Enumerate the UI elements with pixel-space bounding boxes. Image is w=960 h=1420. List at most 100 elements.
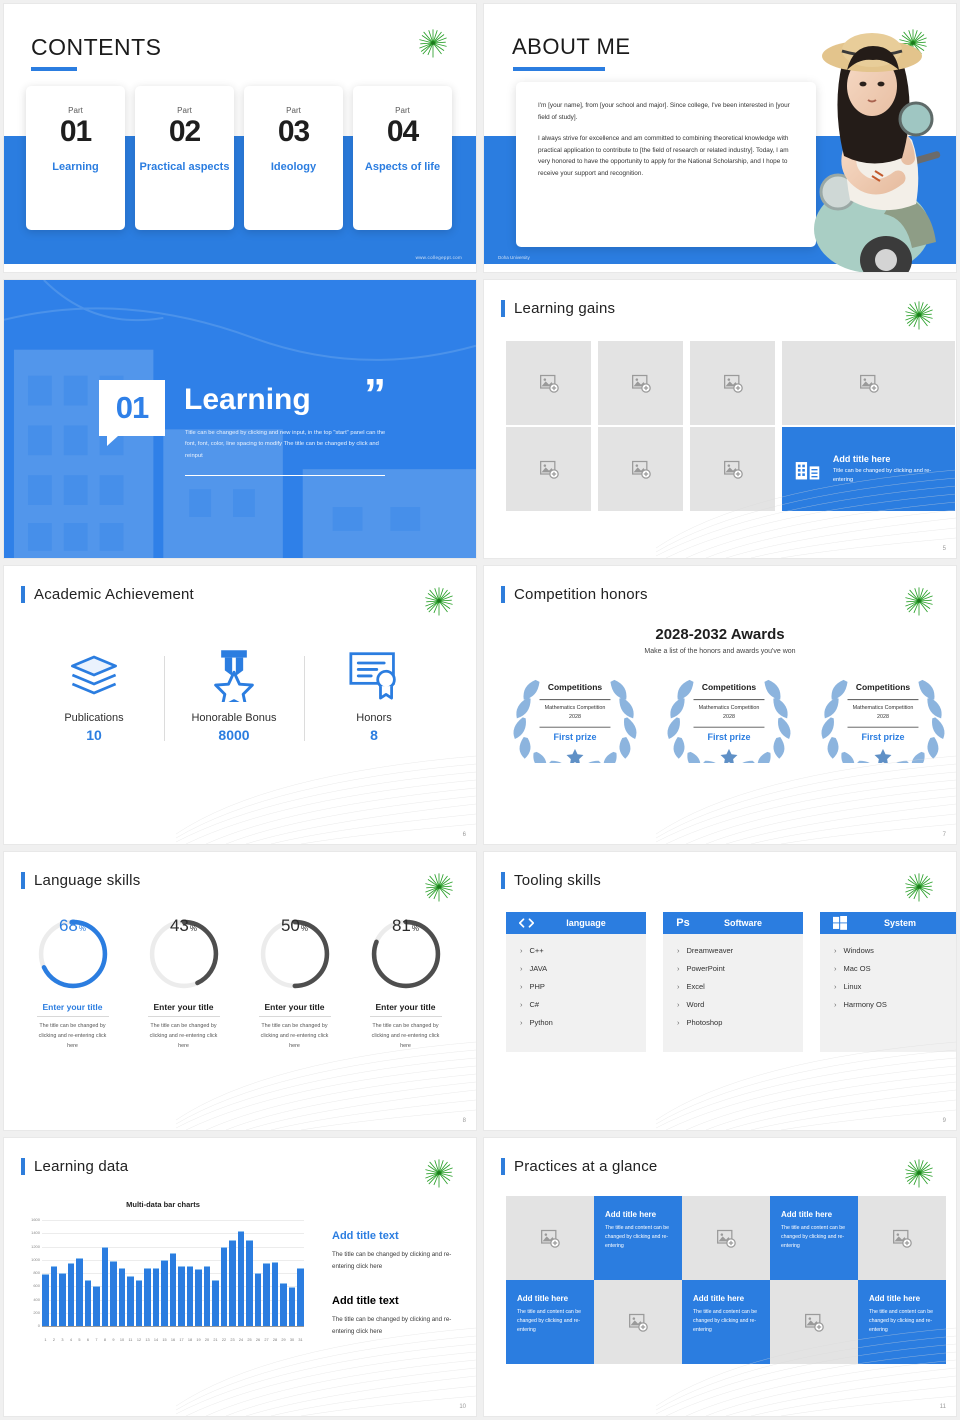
practice-card[interactable]: Add title here The title and content can … — [594, 1196, 682, 1280]
wreath-badge[interactable]: Competitions Mathematics Competition 202… — [660, 672, 798, 763]
image-placeholder[interactable] — [506, 1196, 594, 1280]
practice-card-desc: The title and content can be changed by … — [693, 1309, 758, 1334]
chart-y-label: 1000 — [31, 1256, 40, 1262]
starburst-icon — [425, 873, 453, 902]
image-placeholder[interactable] — [506, 341, 591, 425]
practice-card[interactable]: Add title here The title and content can … — [682, 1280, 770, 1364]
practice-card[interactable]: Add title here The title and content can … — [770, 1196, 858, 1280]
skill-ring-item[interactable]: 81 % Enter your title The title can be c… — [353, 916, 458, 1051]
chart-bar — [237, 1230, 245, 1326]
slide-learning-data[interactable]: Learning data Multi-data bar charts 0 200… — [3, 1137, 477, 1417]
stat-item[interactable]: Honorable Bonus 8000 — [164, 644, 304, 743]
title-bar-accent — [501, 586, 505, 603]
skill-ring-list: 68 % Enter your title The title can be c… — [20, 916, 458, 1051]
block-heading: Add title text — [332, 1295, 399, 1308]
slide-language-skills[interactable]: Language skills 68 % Enter your title Th… — [3, 851, 477, 1131]
image-placeholder[interactable] — [782, 341, 955, 425]
title-bar-accent — [501, 300, 505, 317]
slide-learning-gains[interactable]: Learning gains Add title here Title can … — [483, 279, 957, 559]
practice-card[interactable]: Add title here The title and content can … — [858, 1280, 946, 1364]
stat-item[interactable]: Publications 10 — [24, 644, 164, 743]
chart-x-label: 7 — [95, 1338, 98, 1342]
chart-x-label: 11 — [128, 1338, 133, 1342]
title-underline — [513, 67, 605, 71]
progress-value: 81 % — [368, 916, 444, 992]
slide-contents[interactable]: CONTENTS Part 01 Learning Part 02 Practi… — [3, 3, 477, 273]
tool-item: Word — [677, 1000, 803, 1009]
progress-value: 50 % — [257, 916, 333, 992]
highlight-card[interactable]: Add title here Title can be changed by c… — [782, 427, 955, 511]
chart-x-label: 4 — [69, 1338, 73, 1342]
chart-x-label: 10 — [119, 1338, 125, 1342]
tool-column[interactable]: language C++ JAVA PHP C# Python — [506, 912, 646, 1052]
bar-chart[interactable]: Multi-data bar charts 0 200 400 600 800 1000 1… — [18, 1200, 308, 1350]
wreath-badge[interactable]: Competitions Mathematics Competition 202… — [814, 672, 952, 763]
tool-column-header: language — [506, 912, 646, 934]
chart-bar — [110, 1261, 117, 1326]
about-text-panel: I'm [your name], from [your school and m… — [516, 82, 816, 247]
content-card[interactable]: Part 02 Practical aspects — [135, 86, 234, 230]
chart-x-label: 22 — [221, 1338, 227, 1342]
image-placeholder[interactable] — [858, 1196, 946, 1280]
percent-unit: % — [300, 924, 309, 933]
skill-ring-item[interactable]: 50 % Enter your title The title can be c… — [242, 916, 347, 1051]
image-placeholder[interactable] — [682, 1196, 770, 1280]
skill-ring-item[interactable]: 43 % Enter your title The title can be c… — [131, 916, 236, 1051]
image-placeholder[interactable] — [598, 341, 683, 425]
image-placeholder[interactable] — [506, 427, 591, 511]
stat-item[interactable]: Honors 8 — [304, 644, 444, 743]
chart-x-label: 19 — [196, 1338, 201, 1342]
slide-about-me[interactable]: ABOUT ME I'm [your name], from [your sch… — [483, 3, 957, 273]
slide-practices[interactable]: Practices at a glance Add title here The … — [483, 1137, 957, 1417]
slide-academic-achievement[interactable]: Academic Achievement Publications 10 Hon… — [3, 565, 477, 845]
image-placeholder[interactable] — [594, 1280, 682, 1364]
wreath-line1: Mathematics Competition — [698, 705, 760, 711]
part-title: Practical aspects — [139, 160, 230, 173]
skill-title: Enter your title — [42, 1002, 103, 1012]
page-number: 9 — [942, 1118, 946, 1124]
stat-name: Publications — [64, 712, 124, 724]
chart-bar — [118, 1267, 126, 1326]
stat-value: 8 — [370, 727, 378, 743]
add-image-icon — [805, 1313, 824, 1332]
chart-x-label: 28 — [272, 1338, 278, 1342]
practice-card-desc: The title and content can be changed by … — [781, 1225, 846, 1250]
tool-item: Python — [520, 1018, 646, 1027]
practice-card[interactable]: Add title here The title and content can … — [506, 1280, 594, 1364]
tool-column[interactable]: Ps Software Dreamweaver PowerPoint Excel… — [663, 912, 803, 1052]
chart-x-label: 16 — [170, 1338, 176, 1342]
skill-title: Enter your title — [264, 1002, 325, 1012]
title-bar-accent — [21, 586, 25, 603]
starburst-icon — [905, 1159, 933, 1188]
tool-column[interactable]: System Windows Mac OS Linux Harmony OS — [820, 912, 956, 1052]
slide-tooling-skills[interactable]: Tooling skills language › C++ › JAVA › P… — [483, 851, 957, 1131]
chart-bar — [229, 1239, 236, 1326]
page-number: 11 — [939, 1404, 946, 1410]
content-card[interactable]: Part 01 Learning — [26, 86, 125, 230]
image-placeholder[interactable] — [690, 427, 775, 511]
slide-section-learning[interactable]: 01 Learning ” Title can be changed by cl… — [3, 279, 477, 559]
add-image-icon — [893, 1229, 912, 1248]
practice-card-title: Add title here — [869, 1294, 921, 1303]
person-photo — [814, 33, 941, 272]
slide-competition-honors[interactable]: Competition honors 2028-2032 Awards Make… — [483, 565, 957, 845]
content-card[interactable]: Part 04 Aspects of life — [353, 86, 452, 230]
wreath-badge[interactable]: Competitions Mathematics Competition 202… — [506, 672, 644, 763]
image-placeholder[interactable] — [770, 1280, 858, 1364]
starburst-icon — [425, 587, 453, 616]
code-icon — [516, 917, 536, 929]
chart-bar — [127, 1275, 134, 1326]
image-placeholder[interactable] — [598, 427, 683, 511]
skill-ring-item[interactable]: 68 % Enter your title The title can be c… — [20, 916, 125, 1051]
slide-header: Competition honors — [501, 586, 648, 603]
block-text: The title can be changed by clicking and… — [332, 1316, 452, 1336]
image-placeholder[interactable] — [690, 341, 775, 425]
chart-bar — [271, 1261, 279, 1326]
content-card[interactable]: Part 03 Ideology — [244, 86, 343, 230]
page-number: 5 — [942, 546, 946, 552]
tool-item: JAVA — [520, 964, 646, 973]
chart-x-label: 31 — [298, 1338, 303, 1342]
slide-header: Tooling skills — [501, 872, 601, 889]
page-title: Practices at a glance — [514, 1158, 658, 1175]
tool-column-header: System — [820, 912, 956, 934]
